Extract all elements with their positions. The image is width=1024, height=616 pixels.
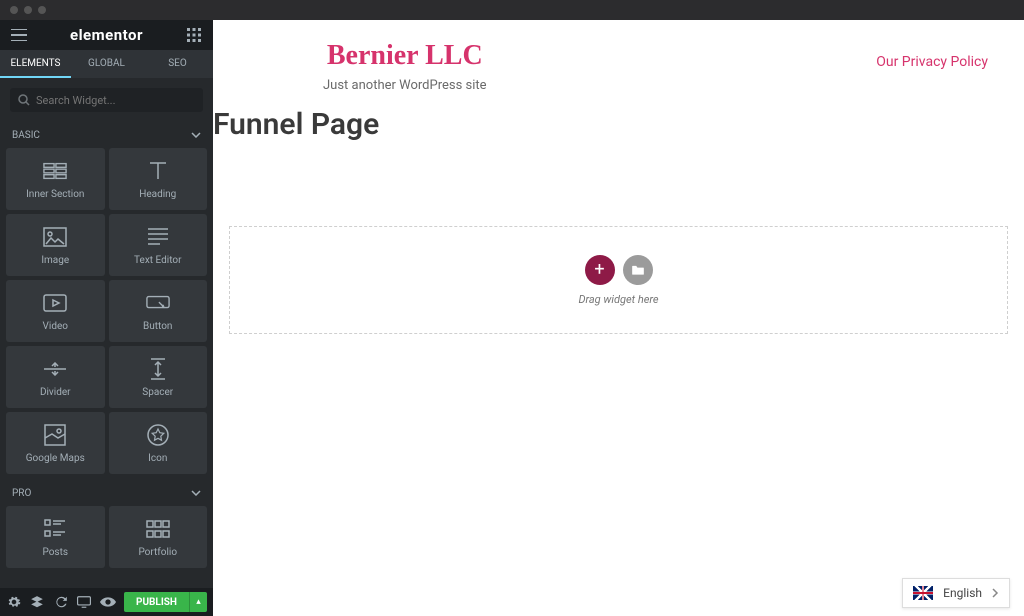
image-icon xyxy=(43,225,67,249)
add-section-button[interactable]: + xyxy=(585,255,615,285)
category-label: Pro xyxy=(12,488,31,499)
chevron-down-icon xyxy=(191,490,201,496)
page-title: Funnel Page xyxy=(213,107,1024,142)
search-icon xyxy=(18,94,30,106)
editor-canvas[interactable]: Bernier LLC Just another WordPress site … xyxy=(213,20,1024,616)
sidebar-header: elementor xyxy=(0,20,213,50)
inner-section-icon xyxy=(43,159,67,183)
widget-label: Button xyxy=(143,321,172,332)
tab-global[interactable]: Global xyxy=(71,50,142,78)
site-title[interactable]: Bernier LLC xyxy=(323,40,487,72)
widget-search[interactable] xyxy=(10,88,203,112)
divider-icon xyxy=(43,357,67,381)
responsive-icon[interactable] xyxy=(77,594,93,610)
nav-link-privacy[interactable]: Our Privacy Policy xyxy=(876,54,988,70)
widget-spacer[interactable]: Spacer xyxy=(109,346,208,408)
widget-posts[interactable]: Posts xyxy=(6,506,105,568)
tab-seo[interactable]: SEO xyxy=(142,50,213,78)
chevron-right-icon xyxy=(992,588,999,598)
button-icon xyxy=(146,291,170,315)
widget-image[interactable]: Image xyxy=(6,214,105,276)
site-tagline: Just another WordPress site xyxy=(323,78,487,93)
editor-sidebar: elementor Elements Global SEO Basic Inne… xyxy=(0,20,213,616)
portfolio-icon xyxy=(146,517,170,541)
category-label: Basic xyxy=(12,130,40,141)
language-selector[interactable]: English xyxy=(902,578,1010,608)
publish-options-button[interactable]: ▴ xyxy=(189,592,207,612)
widget-video[interactable]: Video xyxy=(6,280,105,342)
widget-label: Icon xyxy=(148,453,167,464)
category-basic[interactable]: Basic xyxy=(0,122,213,148)
widget-button[interactable]: Button xyxy=(109,280,208,342)
folder-icon xyxy=(631,264,645,276)
widget-text-editor[interactable]: Text Editor xyxy=(109,214,208,276)
apps-icon[interactable] xyxy=(185,26,203,44)
category-pro[interactable]: Pro xyxy=(0,480,213,506)
menu-icon[interactable] xyxy=(10,26,28,44)
dropzone-hint: Drag widget here xyxy=(578,293,658,306)
history-icon[interactable] xyxy=(53,594,69,610)
plus-icon: + xyxy=(594,259,604,280)
widget-label: Portfolio xyxy=(138,547,177,558)
widget-label: Image xyxy=(41,255,69,266)
sidebar-tabs: Elements Global SEO xyxy=(0,50,213,78)
video-icon xyxy=(43,291,67,315)
widget-label: Text Editor xyxy=(134,255,181,266)
widgets-scroll[interactable]: Basic Inner Section Heading Image Text Edit… xyxy=(0,122,213,588)
chevron-down-icon xyxy=(191,132,201,138)
window-chrome xyxy=(0,0,1024,20)
site-header: Bernier LLC Just another WordPress site … xyxy=(213,20,1024,93)
widget-label: Posts xyxy=(42,547,68,558)
widget-portfolio[interactable]: Portfolio xyxy=(109,506,208,568)
icon-icon xyxy=(146,423,170,447)
preview-icon[interactable] xyxy=(100,594,116,610)
add-template-button[interactable] xyxy=(623,255,653,285)
traffic-light-min[interactable] xyxy=(24,6,32,14)
widget-label: Spacer xyxy=(142,387,173,398)
publish-button[interactable]: Publish xyxy=(124,592,189,612)
language-label: English xyxy=(943,586,982,600)
brand-logo: elementor xyxy=(70,26,143,44)
widget-label: Divider xyxy=(40,387,71,398)
flag-uk-icon xyxy=(913,586,933,600)
sidebar-footer: Publish ▴ xyxy=(0,588,213,616)
settings-icon[interactable] xyxy=(6,594,22,610)
widget-dropzone[interactable]: + Drag widget here xyxy=(229,226,1008,334)
search-input[interactable] xyxy=(36,94,195,107)
widget-google-maps[interactable]: Google Maps xyxy=(6,412,105,474)
navigator-icon[interactable] xyxy=(30,594,46,610)
widget-icon[interactable]: Icon xyxy=(109,412,208,474)
widget-label: Heading xyxy=(139,189,176,200)
widget-label: Video xyxy=(43,321,68,332)
widget-inner-section[interactable]: Inner Section xyxy=(6,148,105,210)
heading-icon xyxy=(146,159,170,183)
traffic-light-max[interactable] xyxy=(38,6,46,14)
posts-icon xyxy=(43,517,67,541)
widget-label: Inner Section xyxy=(26,189,84,200)
tab-elements[interactable]: Elements xyxy=(0,50,71,78)
google-maps-icon xyxy=(43,423,67,447)
widget-label: Google Maps xyxy=(26,453,85,464)
widget-heading[interactable]: Heading xyxy=(109,148,208,210)
text-editor-icon xyxy=(146,225,170,249)
traffic-light-close[interactable] xyxy=(10,6,18,14)
spacer-icon xyxy=(146,357,170,381)
widget-divider[interactable]: Divider xyxy=(6,346,105,408)
